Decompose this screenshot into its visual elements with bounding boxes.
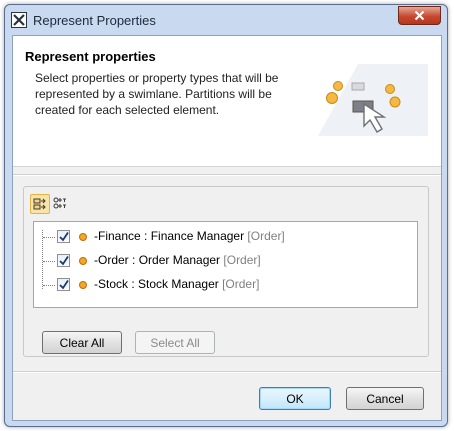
clear-all-button[interactable]: Clear All [42, 331, 122, 354]
property-type: Finance Manager [150, 229, 245, 243]
window-title: Represent Properties [33, 13, 156, 28]
property-owner: [Order] [218, 277, 260, 291]
stock-checkbox[interactable] [57, 278, 70, 291]
checkmark-icon [59, 232, 69, 242]
tree-item-finance[interactable]: -Finance : Finance Manager [Order] [34, 226, 414, 248]
order-checkbox[interactable] [57, 254, 70, 267]
checkmark-icon [59, 256, 69, 266]
property-icon [79, 257, 87, 265]
property-icon [79, 281, 87, 289]
selection-group: -Finance : Finance Manager [Order] -Orde… [23, 186, 429, 357]
app-logo-icon [11, 12, 27, 28]
tree-item-order[interactable]: -Order : Order Manager [Order] [34, 250, 414, 272]
property-icon [79, 233, 87, 241]
top-separator [13, 174, 441, 176]
property-owner: [Order] [220, 253, 261, 267]
properties-tree: -Finance : Finance Manager [Order] -Orde… [33, 221, 418, 308]
property-type: Order Manager [138, 253, 221, 267]
tree-item-stock[interactable]: -Stock : Stock Manager [Order] [34, 274, 414, 296]
dialog-body: Represent properties Select properties o… [12, 35, 442, 421]
represent-types-button[interactable] [51, 194, 71, 214]
represent-types-icon [53, 197, 66, 209]
property-owner: [Order] [244, 229, 285, 243]
header-title: Represent properties [25, 49, 156, 64]
bottom-separator [13, 371, 441, 373]
property-name: -Order [94, 253, 129, 267]
swimlane-illustration-icon [318, 64, 428, 136]
represent-properties-button[interactable] [30, 194, 50, 214]
title-bar[interactable]: Represent Properties [5, 5, 447, 35]
cancel-button[interactable]: Cancel [346, 387, 424, 410]
select-all-button[interactable]: Select All [135, 331, 215, 354]
dialog-window: Represent Properties Represent propertie… [4, 4, 448, 427]
checkmark-icon [59, 280, 69, 290]
header-description: Select properties or property types that… [35, 71, 279, 117]
close-icon [414, 10, 425, 21]
property-name: -Finance [94, 229, 141, 243]
property-name: -Stock [94, 277, 129, 291]
represent-properties-icon [33, 198, 46, 210]
ok-button[interactable]: OK [259, 387, 331, 410]
property-type: Stock Manager [138, 277, 219, 291]
close-button[interactable] [398, 6, 441, 25]
dialog-header: Represent properties Select properties o… [13, 36, 441, 167]
finance-checkbox[interactable] [57, 230, 70, 243]
